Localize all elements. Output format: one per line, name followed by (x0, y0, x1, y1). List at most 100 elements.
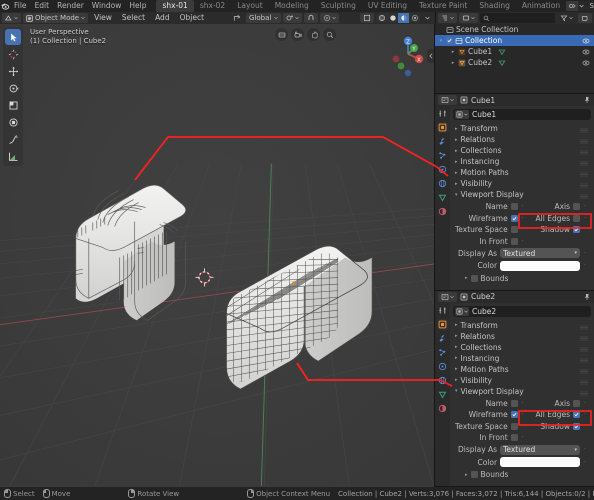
transform-orientation-selector[interactable]: Global (246, 13, 281, 23)
object-data-tab[interactable] (437, 192, 449, 203)
shading-material-preview-button[interactable] (398, 13, 409, 23)
checkbox-all-edges[interactable] (573, 411, 580, 418)
animate-dot-icon[interactable]: · (521, 239, 525, 243)
animate-dot-icon[interactable]: · (521, 228, 525, 232)
viewport-menu-select[interactable]: Select (118, 13, 149, 23)
disclosure-triangle-icon[interactable]: ▸ (450, 49, 456, 55)
collection-visibility-eye-icon[interactable] (582, 37, 590, 45)
editor-type-icon[interactable] (2, 13, 21, 23)
object-name-field-cube2[interactable]: Cube2 (453, 306, 591, 317)
workspace-tab-texture-paint[interactable]: Texture Paint (413, 0, 473, 12)
display-as-dropdown[interactable]: Textured▾ (500, 445, 580, 455)
outliner[interactable]: Scene Collection ▾ Collection (435, 24, 594, 94)
panel-motion-paths[interactable]: ▸Motion Paths (453, 167, 591, 178)
object-tab[interactable] (437, 319, 449, 330)
tool-tab[interactable] (437, 108, 449, 119)
workspace-tab-sculpting[interactable]: Sculpting (315, 0, 362, 12)
pan-view-icon[interactable] (307, 28, 320, 41)
material-tab[interactable] (437, 403, 449, 414)
new-collection-icon[interactable] (578, 13, 592, 23)
physics-tab[interactable] (437, 164, 449, 175)
panel-relations[interactable]: ▸Relations (453, 134, 591, 145)
checkbox-wireframe[interactable] (511, 411, 518, 418)
panel-visibility[interactable]: ▸Visibility (453, 375, 591, 386)
checkbox-axis[interactable] (573, 203, 580, 210)
animate-dot-icon[interactable]: · (521, 424, 525, 428)
display-as-dropdown[interactable]: Textured▾ (500, 248, 580, 258)
workspace-tab-layout[interactable]: Layout (231, 0, 269, 12)
animate-dot-icon[interactable]: · (583, 401, 587, 405)
viewport-menu-add[interactable]: Add (151, 13, 174, 23)
particles-tab[interactable] (437, 347, 449, 358)
gizmo-toggle-button[interactable] (360, 13, 374, 23)
color-swatch[interactable] (500, 261, 580, 271)
panel-viewport-display[interactable]: ▾Viewport Display (453, 189, 591, 200)
zoom-view-icon[interactable] (323, 28, 336, 41)
zoom-region-icon[interactable] (275, 28, 288, 41)
bounds-row-cube1[interactable]: ▸ Bounds (455, 274, 589, 283)
tweak-select-tool[interactable] (5, 29, 21, 45)
checkbox-bounds[interactable] (471, 471, 478, 478)
modifier-tab[interactable] (437, 333, 449, 344)
workspace-tab-shx-01[interactable]: shx-01 (156, 0, 193, 12)
snap-magnet-icon[interactable] (304, 13, 318, 23)
outliner-row-collection[interactable]: ▾ Collection (435, 35, 594, 46)
material-tab[interactable] (437, 206, 449, 217)
proportional-edit-icon[interactable] (320, 13, 339, 23)
panel-motion-paths[interactable]: ▸Motion Paths (453, 364, 591, 375)
menu-file[interactable]: File (10, 0, 31, 12)
panel-transform[interactable]: ▸Transform (453, 123, 591, 134)
workspace-tab-shading[interactable]: Shading (473, 0, 515, 12)
outliner-display-mode-icon[interactable] (438, 13, 457, 23)
funnel-icon[interactable] (557, 13, 576, 23)
outliner-row-cube1[interactable]: ▸ Cube1 (435, 46, 594, 57)
animate-dot-icon[interactable]: · (583, 460, 587, 464)
blender-logo-icon[interactable] (0, 1, 10, 11)
constraints-tab[interactable] (437, 375, 449, 386)
checkbox-in-front[interactable] (511, 434, 518, 441)
collection-checkbox[interactable] (446, 37, 453, 44)
animate-dot-icon[interactable]: · (583, 216, 587, 220)
mesh-data-icon[interactable] (498, 48, 506, 56)
object-name-field-cube1[interactable]: Cube1 (453, 109, 591, 120)
checkbox-texture-space[interactable] (511, 226, 518, 233)
modifier-tab[interactable] (437, 136, 449, 147)
menu-edit[interactable]: Edit (31, 0, 54, 12)
animate-dot-icon[interactable]: · (521, 413, 525, 417)
shading-wireframe-button[interactable] (376, 13, 387, 23)
transform-pivot-button[interactable] (283, 13, 302, 23)
transform-orientation-icon[interactable] (230, 13, 244, 23)
viewport-menu-view[interactable]: View (90, 13, 116, 23)
panel-relations[interactable]: ▸Relations (453, 331, 591, 342)
panel-transform[interactable]: ▸Transform (453, 320, 591, 331)
outliner-search-input[interactable] (480, 13, 555, 23)
animate-dot-icon[interactable]: · (583, 251, 587, 255)
outliner-row-scene-collection[interactable]: Scene Collection (435, 24, 594, 35)
menu-help[interactable]: Help (125, 0, 150, 12)
cube2-visibility-eye-icon[interactable] (582, 59, 590, 67)
animate-dot-icon[interactable]: · (583, 205, 587, 209)
rotate-tool[interactable] (5, 80, 21, 96)
animate-dot-icon[interactable]: · (521, 216, 525, 220)
checkbox-all-edges[interactable] (573, 215, 580, 222)
cube1-visibility-eye-icon[interactable] (582, 48, 590, 56)
3d-viewport[interactable]: User Perspective (1) Collection | Cube2 (0, 24, 435, 487)
mesh-data-icon[interactable] (498, 59, 506, 67)
checkbox-in-front[interactable] (511, 238, 518, 245)
panel-collections[interactable]: ▸Collections (453, 342, 591, 353)
physics-tab[interactable] (437, 361, 449, 372)
move-tool[interactable] (5, 63, 21, 79)
properties-editor-icon[interactable] (438, 292, 457, 302)
constraints-tab[interactable] (437, 178, 449, 189)
measure-tool[interactable] (5, 148, 21, 164)
particles-tab[interactable] (437, 150, 449, 161)
animate-dot-icon[interactable]: · (583, 448, 587, 452)
workspace-tab-animation[interactable]: Animation (516, 0, 566, 12)
shading-options-chevron-down-icon[interactable] (422, 13, 433, 23)
checkbox-axis[interactable] (573, 400, 580, 407)
checkbox-shadow[interactable] (573, 423, 580, 430)
bounds-row-cube2[interactable]: ▸ Bounds (455, 470, 589, 479)
shading-rendered-button[interactable] (409, 13, 420, 23)
checkbox-shadow[interactable] (573, 226, 580, 233)
outliner-row-cube2[interactable]: ▸ Cube2 (435, 57, 594, 68)
